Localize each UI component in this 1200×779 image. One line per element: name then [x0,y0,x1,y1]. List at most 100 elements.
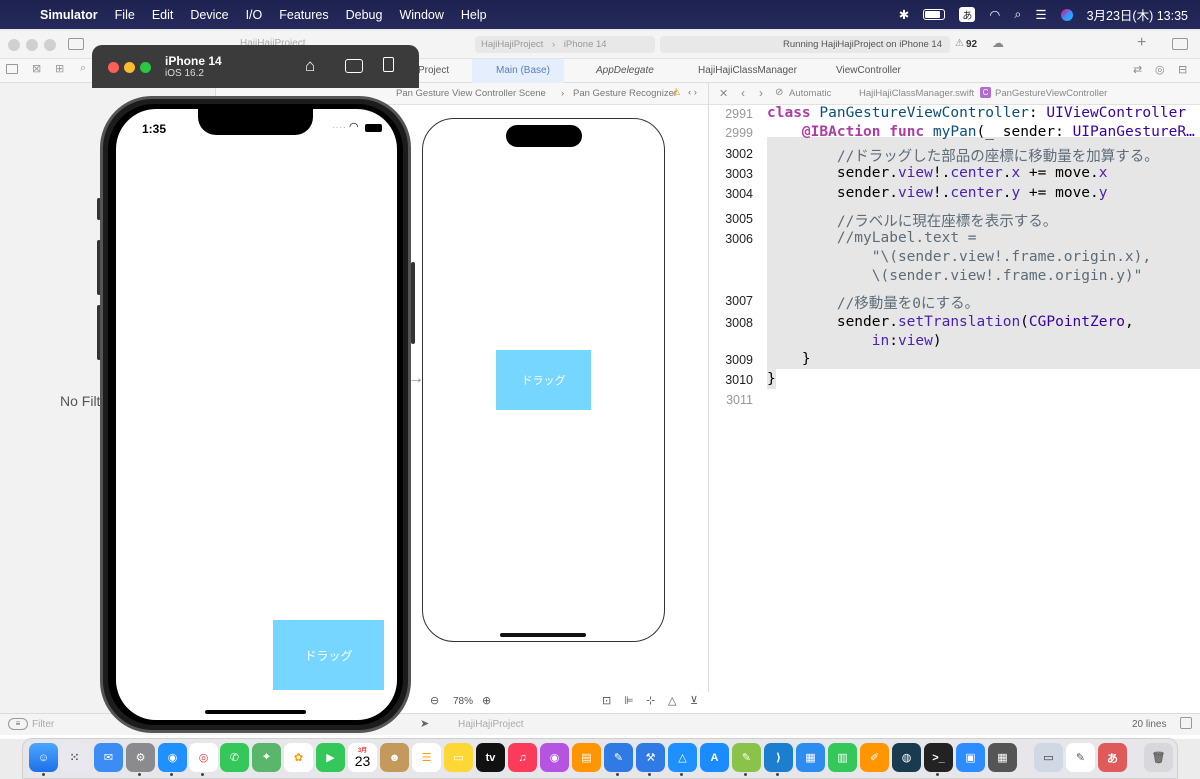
code-line[interactable]: in:view) [709,333,1200,352]
hierarchy-icon[interactable]: ⊞ [55,62,64,75]
app-store-icon[interactable]: A [700,743,729,772]
finder-icon[interactable]: ☺ [29,743,58,772]
menu-features[interactable]: Features [279,8,328,22]
iphone-screen[interactable]: 1:35 ···· ◠ ドラッグ [116,109,397,720]
sim-close-button[interactable] [108,62,119,73]
music-icon[interactable]: ♫ [508,743,537,772]
mail-icon[interactable]: ✉ [94,743,123,772]
home-icon[interactable]: ⌂ [305,56,315,76]
forward-icon[interactable]: › [759,86,763,100]
close-square-icon[interactable]: ⊠ [32,62,41,75]
drag-label[interactable]: ドラッグ [273,620,384,690]
folder-icon[interactable] [6,64,18,74]
search-navigator-icon[interactable]: ⌕ [80,62,86,75]
navigator-filter-input[interactable]: Filter [32,719,54,730]
tab-appdelegate[interactable]: AppDelegate [578,59,678,83]
zoom-icon[interactable]: ▣ [956,743,985,772]
reminders-icon[interactable]: ☰ [412,743,441,772]
editor-crumb-automatic[interactable]: Automatic [789,88,831,99]
keynote-icon[interactable]: ▦ [796,743,825,772]
menu-app-name[interactable]: Simulator [40,8,98,22]
back-icon[interactable]: ‹ [741,86,745,100]
photos-icon[interactable]: ✿ [284,743,313,772]
swap-arrows-icon[interactable]: ⇄ [1133,63,1142,76]
textedit-icon[interactable]: ✎ [732,743,761,772]
battery-icon[interactable] [923,9,946,20]
minimap-icon[interactable] [1180,717,1192,729]
window-close-button[interactable] [8,39,20,51]
sim-minimize-button[interactable] [124,62,135,73]
contacts-icon[interactable]: ☻ [380,743,409,772]
editor-crumb-class[interactable]: PanGestureViewController [995,88,1107,99]
notes-icon[interactable]: ▭ [444,743,473,772]
code-line[interactable]: 3006 //myLabel.text = [709,230,1200,249]
maps-icon[interactable]: ⌖ [252,743,281,772]
embed-in-icon[interactable]: ⊻ [690,694,698,707]
vscode-icon[interactable]: ⟩ [764,743,793,772]
location-icon[interactable]: ➤ [420,717,429,730]
cloud-icon[interactable]: ☁ [992,36,1004,50]
books-icon[interactable]: ▤ [572,743,601,772]
menu-help[interactable]: Help [461,8,487,22]
zoom-out-icon[interactable]: ⊖ [430,694,439,707]
code-line[interactable]: \(sender.view!.frame.origin.y)" [709,268,1200,287]
canvas-options-icon[interactable]: ◎ [1155,63,1165,76]
pages-icon[interactable]: ✐ [860,743,889,772]
align-icon[interactable]: ⊫ [624,694,634,707]
menu-window[interactable]: Window [399,8,443,22]
zoom-level[interactable]: 78% [453,696,473,707]
navigation-arrows-icon[interactable]: ‹ › [688,87,697,98]
siri-icon[interactable] [1060,8,1073,21]
code-line[interactable]: 3005 //ラベルに現在座標を表示する。 [709,210,1200,230]
messages-icon[interactable]: ✆ [220,743,249,772]
filter-icon[interactable]: ≡ [8,718,28,730]
add-constraints-icon[interactable]: ⊹ [646,694,655,707]
control-center-icon[interactable]: ☰ [1035,7,1046,22]
launchpad-icon[interactable]: ⁙ [60,743,89,772]
code-line[interactable]: 3008 sender.setTranslation(CGPointZero, [709,314,1200,333]
search-icon[interactable]: ⌕ [1014,7,1021,22]
tab-main-base[interactable]: Main (Base) [472,59,564,83]
resolve-issues-icon[interactable]: △ [668,694,676,707]
instruments-icon[interactable]: ✎ [604,743,633,772]
wifi-icon[interactable]: ◠ [989,7,1000,22]
network-utility-icon[interactable]: ◍ [892,743,921,772]
script-editor-icon[interactable]: ✎ [1066,743,1095,772]
simulator-icon[interactable]: △ [668,743,697,772]
scheme-selector[interactable]: HajiHajiProject › iPhone 14 [475,36,655,53]
code-line[interactable]: 3003 sender.view!.center.x += move.x [709,165,1200,184]
menu-edit[interactable]: Edit [152,8,174,22]
window-minimize-button[interactable] [26,39,38,51]
close-editor-icon[interactable]: ✕ [719,87,728,100]
bluetooth-icon[interactable]: ✱ [899,7,909,22]
system-settings-icon[interactable]: ⚙ [126,743,155,772]
ib-crumb-gesture[interactable]: Pan Gesture Recognizer [573,88,677,99]
tab-viewcontroller[interactable]: ViewController [820,59,930,83]
code-line[interactable]: 3011 [709,391,1200,410]
calculator-icon[interactable]: ▦ [988,743,1017,772]
menu-io[interactable]: I/O [246,8,263,22]
tab-project[interactable]: Project [412,59,472,83]
trash-icon[interactable]: 🗑 [1144,743,1173,772]
menu-debug[interactable]: Debug [346,8,383,22]
update-frames-icon[interactable]: ⊡ [602,694,611,707]
podcasts-icon[interactable]: ◉ [540,743,569,772]
code-line[interactable]: 2999 @IBAction func myPan(_ sender: UIPa… [709,124,1200,143]
screenshot-icon[interactable] [345,59,363,73]
add-tab-button[interactable]: + [1137,34,1146,52]
tab-hajihaji-class-manager[interactable]: HajiHajiClassManager [680,59,810,83]
split-editor-icon[interactable]: ⊟ [1178,63,1187,76]
code-area[interactable]: 2991 class PanGestureViewController: UIV… [709,105,1200,705]
code-line[interactable]: 3002 //ドラッグした部品の座標に移動量を加算する。 [709,145,1200,165]
rotate-icon[interactable] [383,57,394,72]
code-line[interactable]: 3009 } [709,351,1200,370]
code-line[interactable]: 3010 } [709,371,1200,390]
preview-icon[interactable]: ▭ [1034,743,1063,772]
menu-device[interactable]: Device [190,8,228,22]
calendar-icon[interactable]: 3月 23 [348,743,377,772]
code-line[interactable]: 3004 sender.view!.center.y += move.y [709,185,1200,204]
sidebar-toggle-icon[interactable] [68,38,84,50]
window-zoom-button[interactable] [44,39,56,51]
editor-crumb-file[interactable]: HajiHajiClassManager.swift [859,88,974,99]
menu-file[interactable]: File [115,8,135,22]
